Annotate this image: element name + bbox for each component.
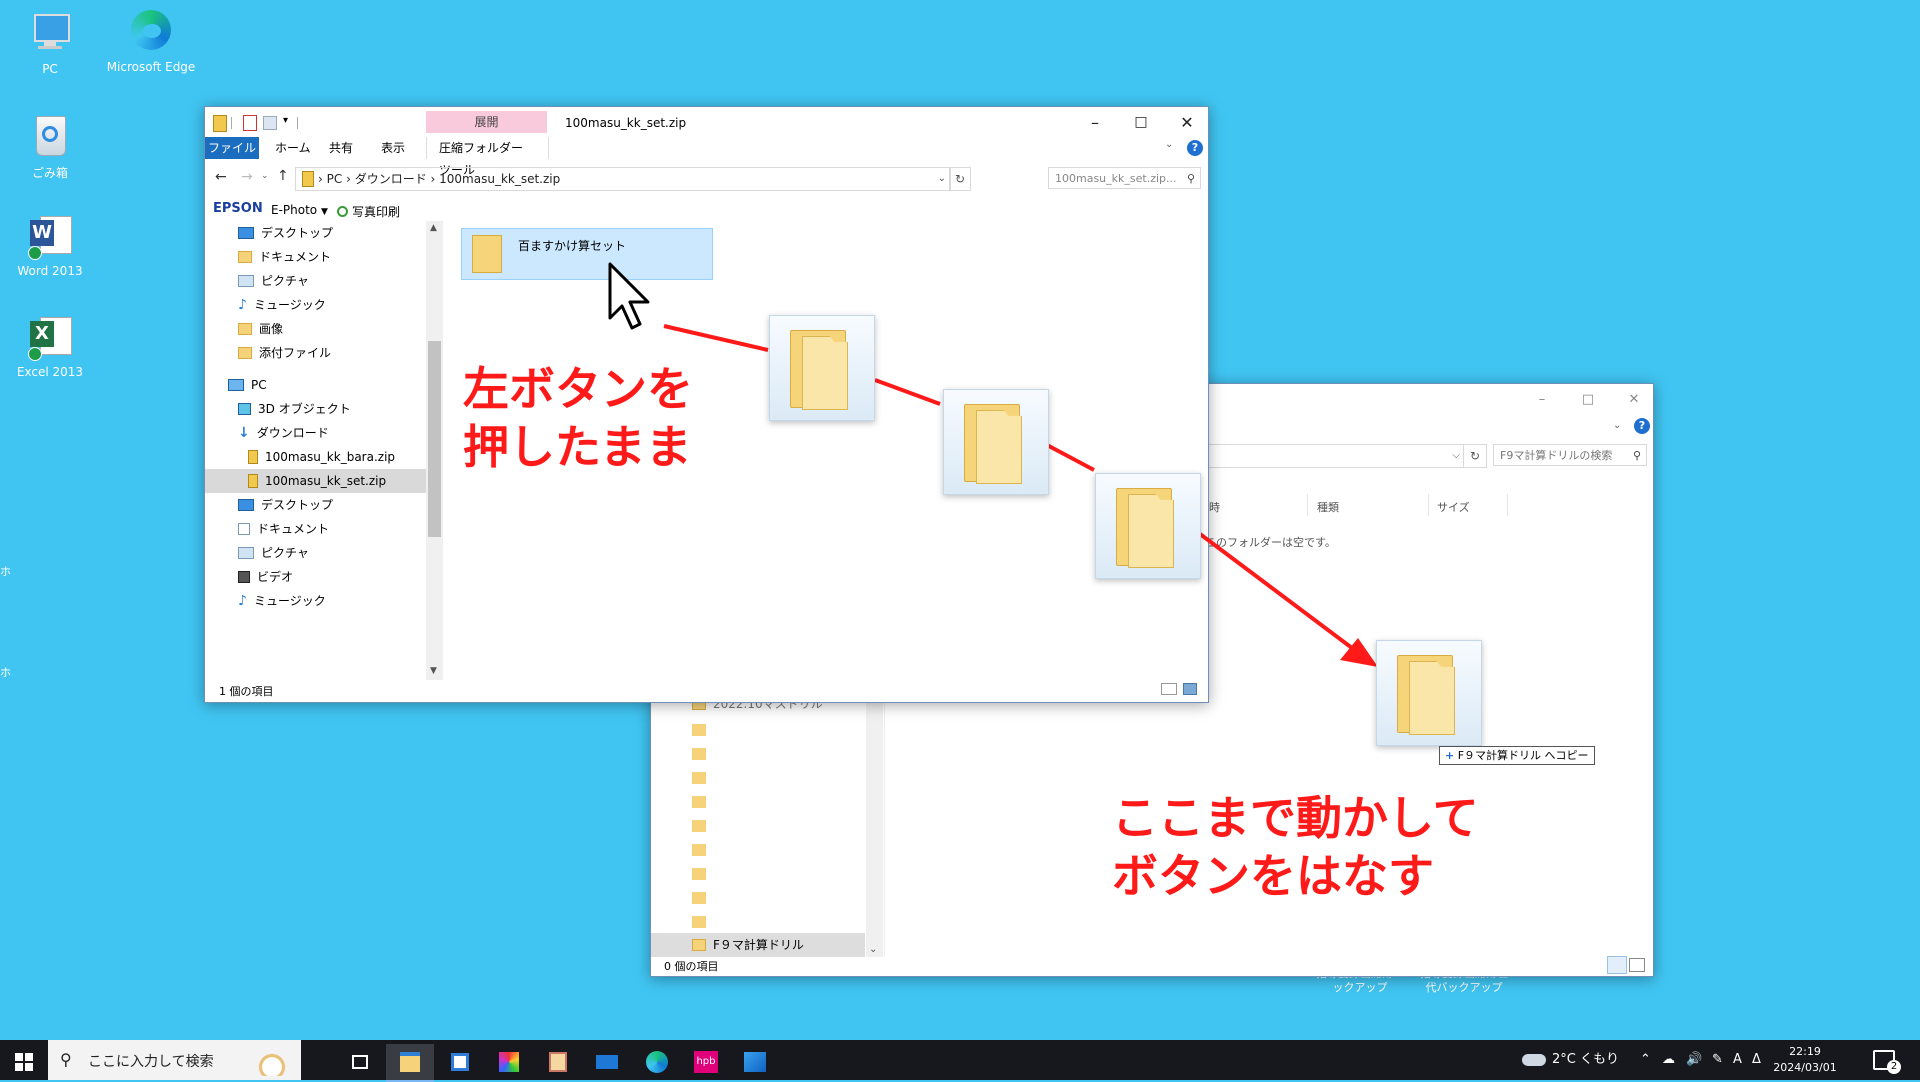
taskbar: ⚲ ここに入力して検索 hpb 2°C くもり ⌃ ☁ 🔊 ✎ A Δ 22:1… xyxy=(0,1040,1920,1082)
windows-icon xyxy=(15,1053,33,1071)
plus-icon: + xyxy=(1445,749,1455,762)
show-hidden-icons-chevron-icon[interactable]: ⌃ xyxy=(1640,1040,1651,1080)
drag-ghost-folder xyxy=(943,389,1049,495)
cloud-icon xyxy=(1522,1053,1546,1066)
store-icon[interactable] xyxy=(436,1044,484,1080)
adobe-icon[interactable]: Δ xyxy=(1752,1040,1761,1080)
drag-ghost-folder xyxy=(1095,473,1201,579)
mouse-cursor-icon xyxy=(608,262,650,330)
ime-icon[interactable]: A xyxy=(1733,1040,1742,1080)
drag-ghost-folder xyxy=(1376,640,1482,746)
mail-icon[interactable] xyxy=(583,1044,631,1080)
annotation-release-button: ここまで動かして ボタンをはなす xyxy=(1112,791,1479,903)
paint-icon[interactable] xyxy=(485,1044,533,1080)
file-explorer-icon[interactable] xyxy=(386,1044,434,1082)
search-highlight-image xyxy=(248,1046,296,1076)
weather-widget[interactable]: 2°C くもり xyxy=(1522,1040,1619,1080)
taskbar-search-input[interactable]: ⚲ ここに入力して検索 xyxy=(48,1040,301,1080)
notification-count: 2 xyxy=(1887,1060,1901,1074)
network-icon[interactable]: ☁ xyxy=(1662,1040,1675,1080)
task-view-icon[interactable] xyxy=(336,1044,384,1080)
annotation-hold-left-button: 左ボタンを 押したまま xyxy=(463,362,693,474)
volume-icon[interactable]: 🔊 xyxy=(1686,1040,1702,1080)
photos-icon[interactable] xyxy=(731,1044,779,1080)
drag-path-arrow xyxy=(663,324,1378,667)
hpb-icon[interactable]: hpb xyxy=(682,1044,730,1080)
start-button[interactable] xyxy=(0,1044,48,1080)
clock[interactable]: 22:19 2024/03/01 xyxy=(1770,1044,1840,1076)
drag-ghost-folder xyxy=(769,315,875,421)
search-icon: ⚲ xyxy=(60,1050,72,1069)
pen-icon[interactable]: ✎ xyxy=(1712,1040,1723,1080)
app-icon[interactable] xyxy=(534,1044,582,1080)
notification-center-button[interactable]: 2 xyxy=(1873,1050,1901,1074)
copy-tooltip: + F９マ計算ドリル へコピー xyxy=(1439,746,1595,765)
edge-icon[interactable] xyxy=(633,1044,681,1080)
